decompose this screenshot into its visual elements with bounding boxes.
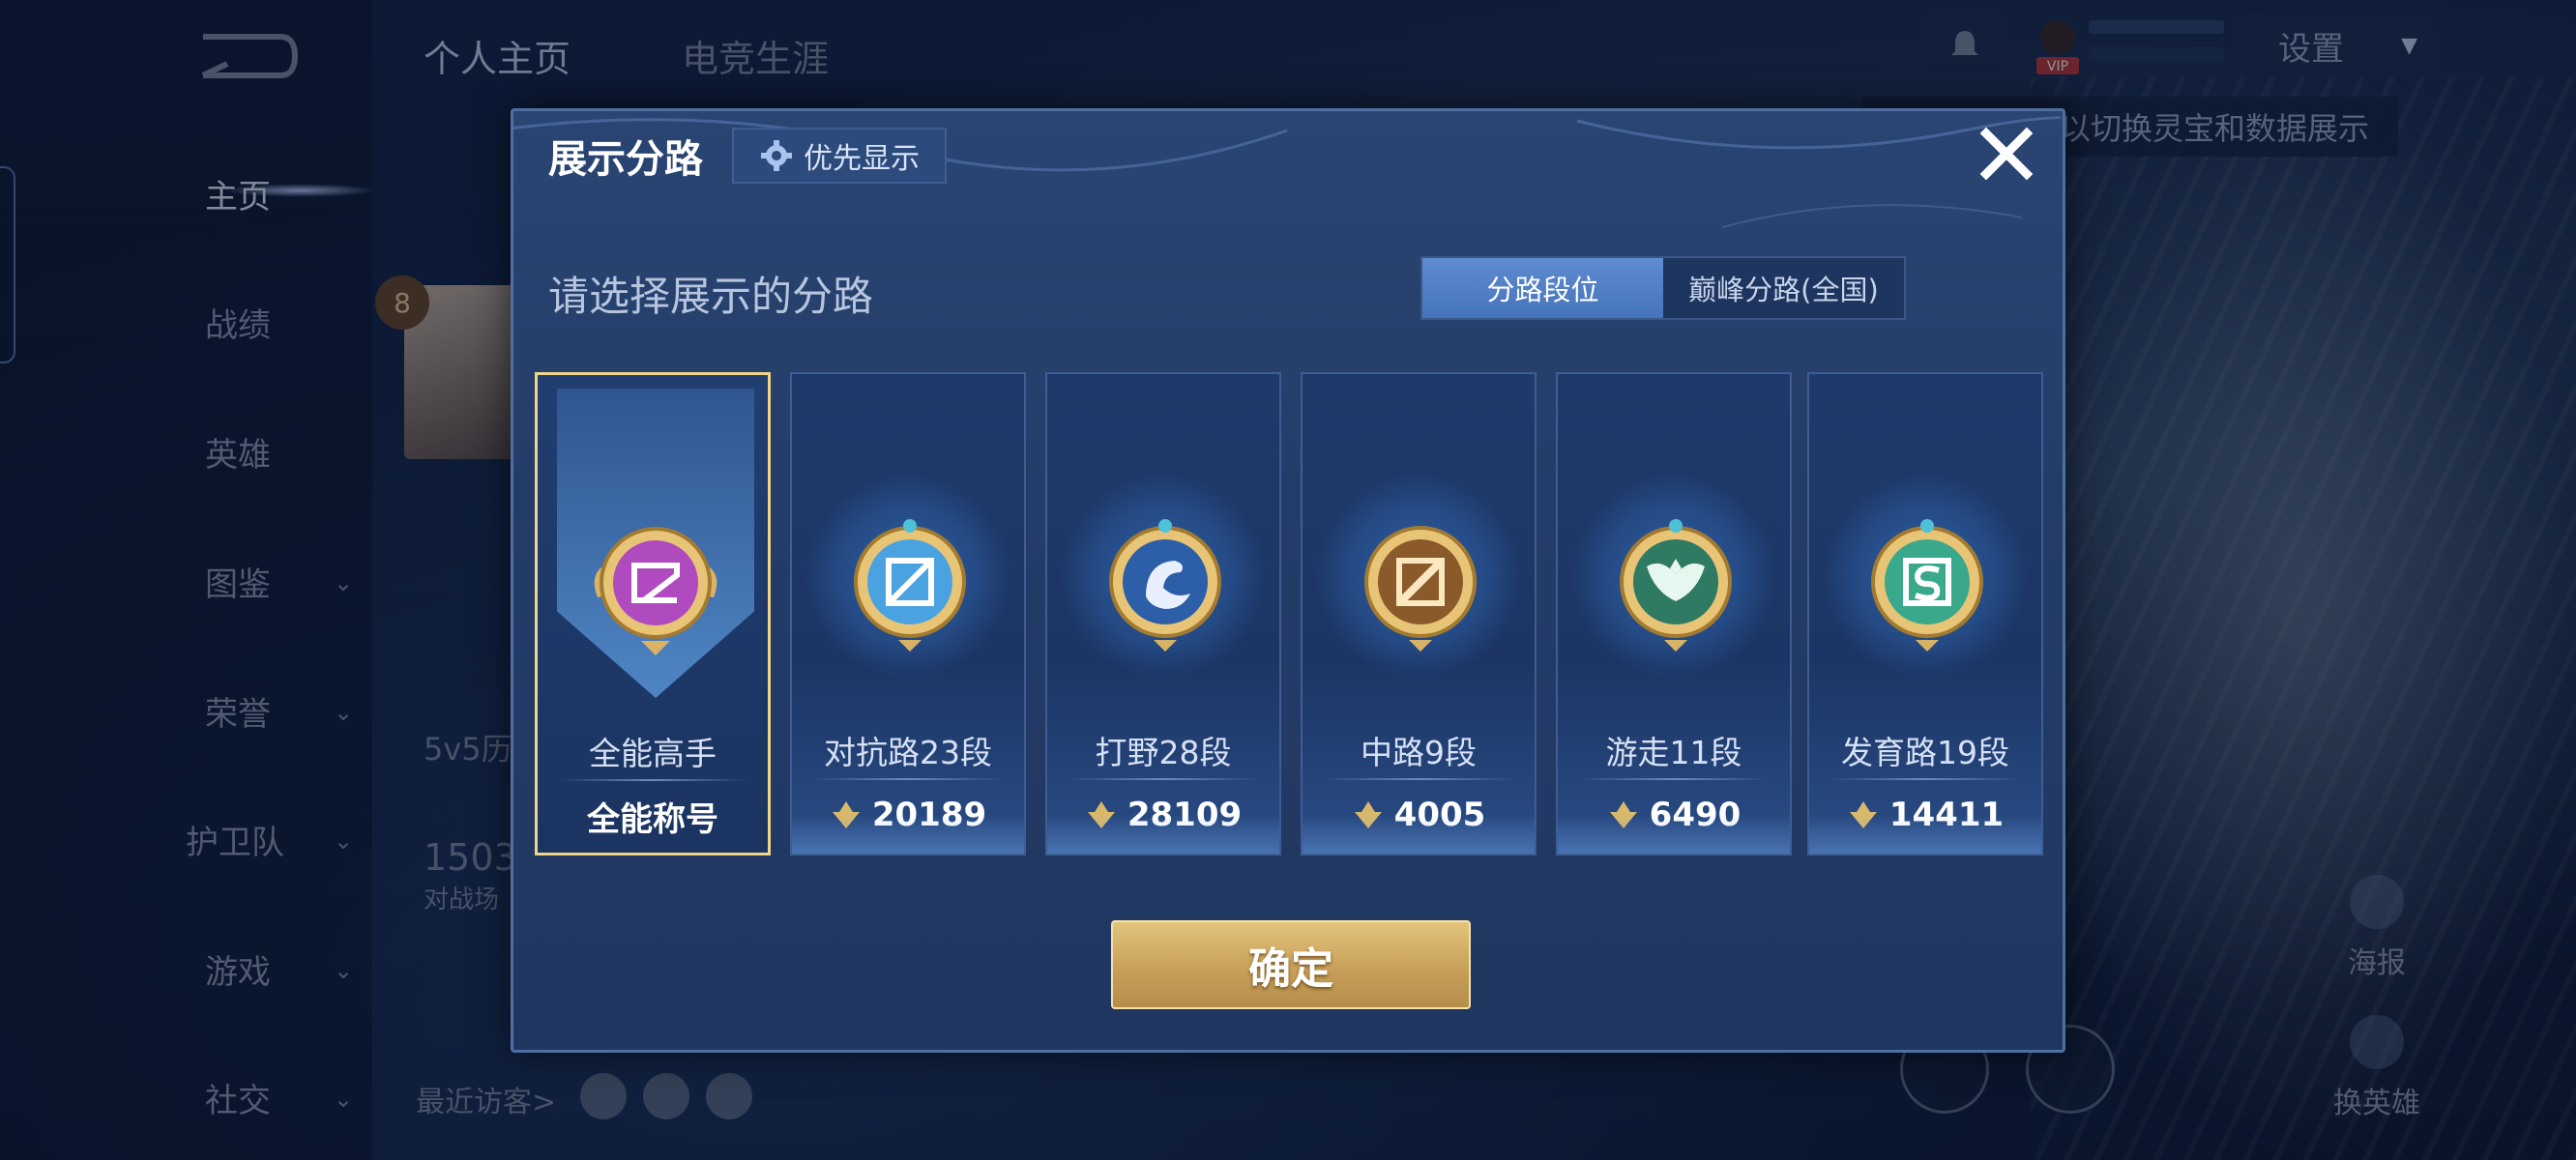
all-round-emblem-icon (594, 527, 717, 655)
lane-card-farm[interactable]: 发育路19段 14411 (1807, 372, 2043, 856)
card-glow (1558, 815, 1790, 854)
close-button[interactable] (1974, 121, 2039, 187)
clash-lane-emblem-icon (854, 519, 966, 652)
lane-card-all-round[interactable]: 全能高手 全能称号 (535, 372, 771, 856)
tab-peak-lane[interactable]: 巅峰分路(全国) (1663, 258, 1904, 318)
lane-name: 发育路19段 (1841, 734, 2009, 771)
close-icon (1979, 127, 2034, 181)
divider (1830, 778, 2020, 780)
card-glow (1047, 815, 1279, 854)
confirm-button[interactable]: 确定 (1111, 920, 1471, 1009)
segment-control: 分路段位 巅峰分路(全国) (1420, 256, 1906, 320)
lane-card-mid[interactable]: 中路9段 4005 (1301, 372, 1537, 856)
lane-name: 全能高手 (589, 735, 717, 772)
lane-card-jungle[interactable]: 打野28段 28109 (1045, 372, 1281, 856)
priority-label: 优先显示 (804, 142, 920, 176)
lane-name: 对抗路23段 (824, 734, 992, 771)
divider (1324, 778, 1513, 780)
card-glow (792, 815, 1024, 854)
lane-name: 游走11段 (1605, 734, 1742, 771)
lane-card-roam[interactable]: 游走11段 6490 (1556, 372, 1792, 856)
card-glow (1303, 815, 1535, 854)
divider (1068, 778, 1258, 780)
card-glow (1809, 815, 2041, 854)
divider (559, 779, 746, 781)
mid-lane-emblem-icon (1364, 526, 1477, 652)
confirm-label: 确定 (1248, 944, 1333, 994)
lane-name: 中路9段 (1361, 734, 1477, 771)
gear-icon (761, 140, 792, 171)
priority-display-button[interactable]: 优先显示 (732, 128, 947, 184)
lane-display-dialog: 展示分路 优先显示 请选择展示的分路 分路段位 巅峰分路(全国) 全能高手 全能… (511, 108, 2065, 1053)
farm-lane-emblem-icon (1871, 519, 1983, 652)
jungle-emblem-icon (1109, 519, 1221, 652)
divider (813, 778, 1003, 780)
roam-emblem-icon (1620, 519, 1732, 652)
lane-value: 全能称号 (538, 791, 768, 841)
lane-card-list: 全能高手 全能称号 对抗路23段 20189 (535, 372, 2043, 856)
title-value: 全能称号 (587, 799, 718, 839)
lane-card-clash[interactable]: 对抗路23段 20189 (790, 372, 1026, 856)
lane-name: 打野28段 (1095, 734, 1232, 771)
divider (1579, 778, 1769, 780)
dialog-subtitle: 请选择展示的分路 (548, 273, 874, 320)
dialog-title: 展示分路 (548, 137, 703, 182)
tab-lane-rank[interactable]: 分路段位 (1422, 258, 1663, 318)
